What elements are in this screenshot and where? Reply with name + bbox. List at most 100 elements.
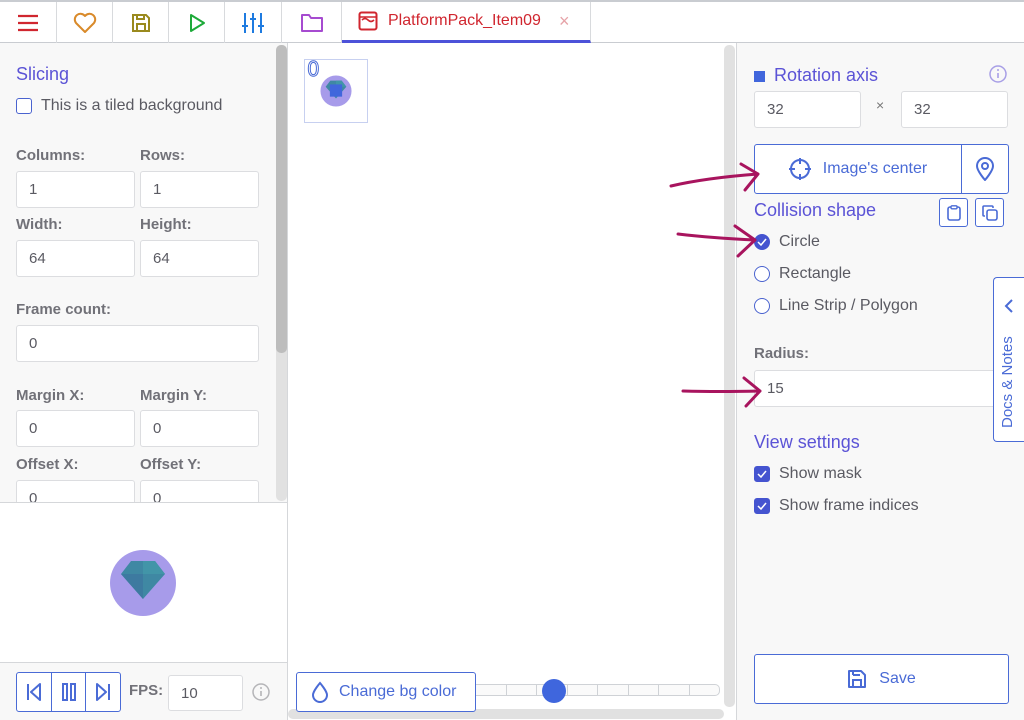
zoom-slider-track[interactable] bbox=[476, 684, 720, 696]
tiled-background-checkbox[interactable]: This is a tiled background bbox=[16, 97, 222, 115]
radius-label: Radius: bbox=[754, 345, 810, 362]
folder-icon bbox=[300, 13, 323, 32]
hamburger-icon bbox=[18, 14, 38, 31]
check-icon bbox=[757, 470, 767, 478]
margin-x-label: Margin X: bbox=[16, 387, 85, 404]
axis-separator: × bbox=[876, 97, 885, 113]
slicing-scroll-area: Slicing This is a tiled background Colum… bbox=[0, 43, 276, 503]
properties-panel: Rotation axis 32 × 32 Image's center Col… bbox=[736, 43, 1024, 720]
pause-icon bbox=[61, 683, 76, 701]
fps-label: FPS: bbox=[129, 682, 164, 699]
copy-shape-button[interactable] bbox=[975, 198, 1004, 227]
assets-button[interactable] bbox=[282, 2, 342, 43]
shape-label: Rectangle bbox=[779, 265, 852, 282]
docs-notes-tab[interactable]: Docs & Notes bbox=[993, 277, 1024, 442]
playback-bar: FPS: 10 bbox=[0, 662, 287, 720]
save-project-button[interactable] bbox=[113, 2, 169, 43]
radius-input[interactable]: 15 bbox=[754, 370, 1009, 407]
rows-input[interactable]: 1 bbox=[140, 171, 259, 208]
fps-input[interactable]: 10 bbox=[168, 675, 243, 711]
save-button[interactable]: Save bbox=[754, 654, 1009, 704]
change-bg-color-button[interactable]: Change bg color bbox=[296, 672, 476, 712]
margin-x-input[interactable]: 0 bbox=[16, 410, 135, 447]
annotation-arrow-radius bbox=[681, 376, 762, 408]
first-frame-button[interactable] bbox=[17, 673, 52, 711]
rows-label: Rows: bbox=[140, 147, 185, 164]
show-frame-indices-label: Show frame indices bbox=[779, 497, 919, 514]
top-toolbar: PlatformPack_Item09 × bbox=[0, 0, 1024, 43]
offset-x-input[interactable]: 0 bbox=[16, 480, 135, 503]
shape-option-rectangle[interactable]: Rectangle bbox=[754, 265, 851, 283]
pick-axis-button[interactable] bbox=[961, 144, 1009, 194]
view-settings-title: View settings bbox=[754, 432, 860, 452]
slicing-scrollbar[interactable] bbox=[276, 45, 287, 501]
height-label: Height: bbox=[140, 216, 192, 233]
play-icon bbox=[189, 13, 205, 32]
close-tab-icon[interactable]: × bbox=[559, 11, 570, 32]
droplet-icon bbox=[311, 681, 329, 703]
check-icon bbox=[757, 502, 767, 510]
pause-button[interactable] bbox=[52, 673, 87, 711]
chevron-left-icon bbox=[1004, 299, 1013, 313]
sliders-icon bbox=[242, 12, 264, 33]
skip-forward-icon bbox=[96, 683, 111, 701]
radio-button[interactable] bbox=[754, 298, 770, 314]
radio-button[interactable] bbox=[754, 266, 770, 282]
checkbox-box[interactable] bbox=[754, 498, 770, 514]
image-center-button[interactable]: Image's center bbox=[754, 144, 962, 194]
map-pin-icon bbox=[975, 157, 995, 181]
height-input[interactable]: 64 bbox=[140, 240, 259, 277]
playback-controls bbox=[16, 672, 121, 712]
tiled-background-label: This is a tiled background bbox=[41, 97, 223, 114]
frame-count-label: Frame count: bbox=[16, 301, 112, 318]
shape-label: Circle bbox=[779, 233, 820, 250]
show-mask-label: Show mask bbox=[779, 465, 862, 482]
clipboard-icon bbox=[946, 204, 961, 221]
save-label: Save bbox=[879, 670, 916, 687]
shape-option-circle[interactable]: Circle bbox=[754, 233, 820, 251]
docs-notes-label: Docs & Notes bbox=[999, 336, 1016, 428]
annotation-arrow-image-center bbox=[669, 162, 760, 192]
texture-canvas[interactable]: 0 Change bg color bbox=[288, 43, 736, 720]
floppy-disk-icon bbox=[131, 13, 150, 32]
menu-button[interactable] bbox=[0, 2, 57, 43]
checkbox-box[interactable] bbox=[754, 466, 770, 482]
margin-y-input[interactable]: 0 bbox=[140, 410, 259, 447]
shape-option-polygon[interactable]: Line Strip / Polygon bbox=[754, 297, 918, 315]
offset-y-label: Offset Y: bbox=[140, 456, 202, 473]
tab-label: PlatformPack_Item09 bbox=[388, 12, 541, 29]
annotation-arrow-circle bbox=[676, 224, 757, 258]
slicing-panel: Slicing This is a tiled background Colum… bbox=[0, 43, 288, 720]
width-label: Width: bbox=[16, 216, 63, 233]
frame-index-label: 0 bbox=[307, 57, 321, 82]
heart-icon bbox=[73, 12, 96, 33]
copy-icon bbox=[981, 204, 998, 221]
scrollbar-thumb[interactable] bbox=[276, 45, 287, 353]
show-frame-indices-checkbox[interactable]: Show frame indices bbox=[754, 497, 919, 515]
columns-input[interactable]: 1 bbox=[16, 171, 135, 208]
skip-back-icon bbox=[26, 683, 41, 701]
paste-shape-button[interactable] bbox=[939, 198, 968, 227]
sprite-frame[interactable]: 0 bbox=[304, 57, 368, 123]
info-icon[interactable] bbox=[252, 683, 270, 701]
axis-y-input[interactable]: 32 bbox=[901, 91, 1008, 128]
animation-preview bbox=[0, 502, 287, 662]
shape-label: Line Strip / Polygon bbox=[779, 297, 918, 314]
info-icon[interactable] bbox=[989, 65, 1007, 83]
show-mask-checkbox[interactable]: Show mask bbox=[754, 465, 862, 483]
checkbox-box[interactable] bbox=[16, 98, 32, 114]
frame-count-input[interactable]: 0 bbox=[16, 325, 259, 362]
last-frame-button[interactable] bbox=[86, 673, 120, 711]
launch-button[interactable] bbox=[169, 2, 225, 43]
zoom-slider-handle[interactable] bbox=[541, 679, 566, 703]
offset-y-input[interactable]: 0 bbox=[140, 480, 259, 503]
width-input[interactable]: 64 bbox=[16, 240, 135, 277]
change-bg-color-label: Change bg color bbox=[339, 683, 457, 700]
offset-x-label: Offset X: bbox=[16, 456, 79, 473]
tab-texture[interactable]: PlatformPack_Item09 × bbox=[342, 2, 591, 43]
axis-x-input[interactable]: 32 bbox=[754, 91, 861, 128]
favorites-button[interactable] bbox=[57, 2, 113, 43]
columns-label: Columns: bbox=[16, 147, 86, 164]
floppy-disk-icon bbox=[848, 670, 867, 688]
settings-button[interactable] bbox=[225, 2, 282, 43]
